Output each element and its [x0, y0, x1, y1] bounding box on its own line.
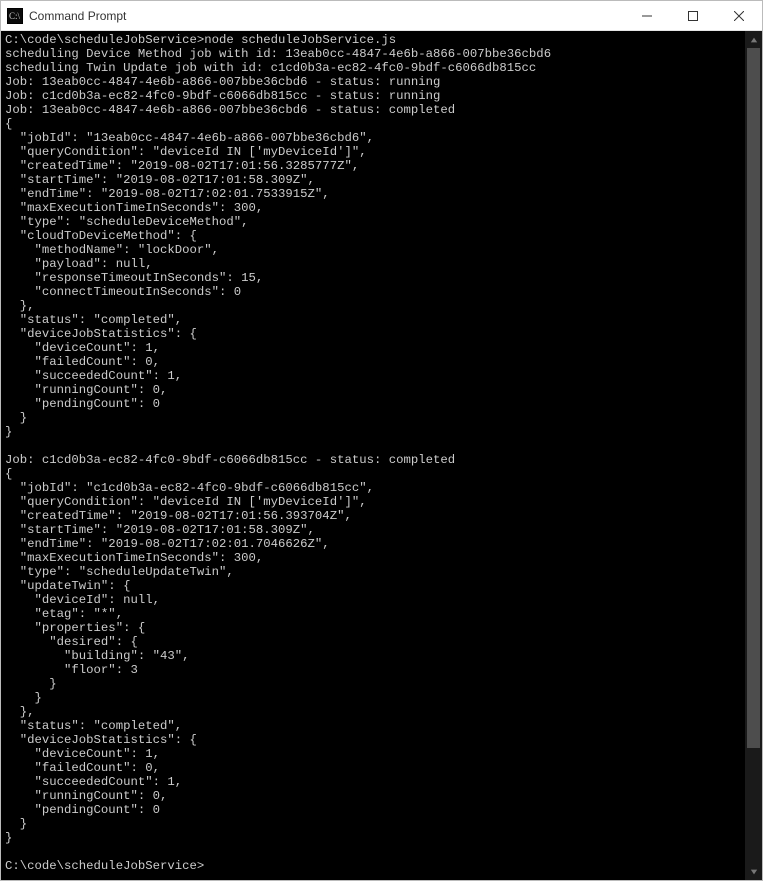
console-output[interactable]: C:\code\scheduleJobService>node schedule…: [1, 31, 745, 880]
close-button[interactable]: [716, 1, 762, 30]
prompt-path: C:\code\scheduleJobService>: [5, 859, 204, 873]
job2-json-output: { "jobId": "c1cd0b3a-ec82-4fc0-9bdf-c606…: [5, 467, 374, 845]
scrollbar-thumb[interactable]: [747, 48, 760, 748]
titlebar[interactable]: C:\ Command Prompt: [1, 1, 762, 31]
command-prompt-window: C:\ Command Prompt C:\code\scheduleJobSe…: [0, 0, 763, 881]
output-line: Job: 13eab0cc-4847-4e6b-a866-007bbe36cbd…: [5, 75, 440, 89]
output-line: scheduling Twin Update job with id: c1cd…: [5, 61, 536, 75]
command-text: node scheduleJobService.js: [204, 33, 396, 47]
window-controls: [624, 1, 762, 30]
svg-text:C:\: C:\: [9, 11, 21, 21]
cmd-icon: C:\: [7, 8, 23, 24]
window-title: Command Prompt: [29, 9, 624, 23]
output-line: Job: 13eab0cc-4847-4e6b-a866-007bbe36cbd…: [5, 103, 455, 117]
output-line: scheduling Device Method job with id: 13…: [5, 47, 551, 61]
scroll-down-arrow-icon[interactable]: [745, 863, 762, 880]
job1-json-output: { "jobId": "13eab0cc-4847-4e6b-a866-007b…: [5, 117, 374, 439]
output-line: Job: c1cd0b3a-ec82-4fc0-9bdf-c6066db815c…: [5, 453, 455, 467]
vertical-scrollbar[interactable]: [745, 31, 762, 880]
scroll-up-arrow-icon[interactable]: [745, 31, 762, 48]
minimize-button[interactable]: [624, 1, 670, 30]
prompt-path: C:\code\scheduleJobService>: [5, 33, 204, 47]
output-line: Job: c1cd0b3a-ec82-4fc0-9bdf-c6066db815c…: [5, 89, 440, 103]
console-area: C:\code\scheduleJobService>node schedule…: [1, 31, 762, 880]
maximize-button[interactable]: [670, 1, 716, 30]
